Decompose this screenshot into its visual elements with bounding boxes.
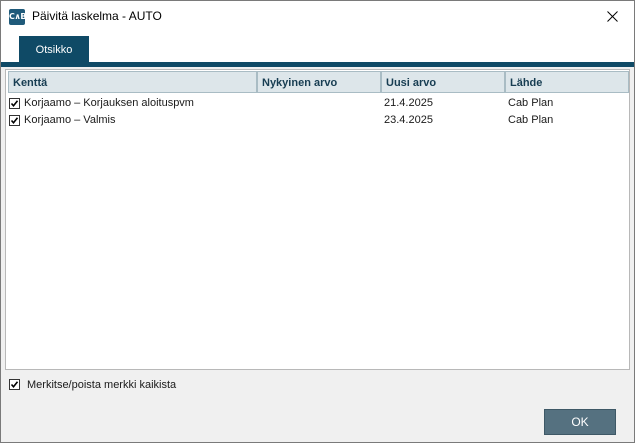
list-header: Kenttä Nykyinen arvo Uusi arvo Lähde xyxy=(8,71,629,93)
window-title: Päivitä laskelma - AUTO xyxy=(32,9,162,23)
row-checkbox[interactable] xyxy=(9,115,20,126)
update-list: Kenttä Nykyinen arvo Uusi arvo Lähde Kor… xyxy=(5,69,630,370)
close-button[interactable] xyxy=(591,1,634,32)
close-icon xyxy=(607,11,618,22)
checkmark-icon xyxy=(10,117,19,125)
column-header-current-value[interactable]: Nykyinen arvo xyxy=(257,71,381,93)
tab-otsikko[interactable]: Otsikko xyxy=(19,36,89,64)
cell-new-value: 21.4.2025 xyxy=(384,97,433,109)
column-header-new-value[interactable]: Uusi arvo xyxy=(381,71,505,93)
title-bar: C∧B Päivitä laskelma - AUTO xyxy=(1,1,634,32)
checkmark-icon xyxy=(10,381,19,389)
checkmark-icon xyxy=(10,100,19,108)
table-row[interactable]: Korjaamo – Valmis 23.4.2025 Cab Plan xyxy=(8,112,629,129)
cab-plan-app-icon: C∧B xyxy=(9,9,26,25)
column-header-field[interactable]: Kenttä xyxy=(8,71,257,93)
ok-button[interactable]: OK xyxy=(544,409,616,435)
cell-new-value: 23.4.2025 xyxy=(384,114,433,126)
tab-underline xyxy=(1,62,634,67)
column-header-source[interactable]: Lähde xyxy=(505,71,629,93)
dialog-window: C∧B Päivitä laskelma - AUTO Otsikko Kent… xyxy=(0,0,635,443)
cell-source: Cab Plan xyxy=(508,114,554,126)
table-row[interactable]: Korjaamo – Korjauksen aloituspvm 21.4.20… xyxy=(8,95,629,112)
toggle-all-label[interactable]: Merkitse/poista merkki kaikista xyxy=(27,379,176,391)
cell-field: Korjaamo – Valmis xyxy=(24,114,116,126)
tab-bar: Otsikko xyxy=(1,32,634,64)
row-checkbox[interactable] xyxy=(9,98,20,109)
cell-field: Korjaamo – Korjauksen aloituspvm xyxy=(24,97,194,109)
toggle-all-checkbox[interactable] xyxy=(9,379,20,390)
cell-source: Cab Plan xyxy=(508,97,554,109)
